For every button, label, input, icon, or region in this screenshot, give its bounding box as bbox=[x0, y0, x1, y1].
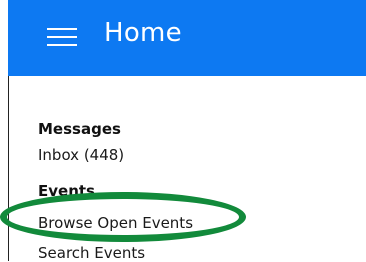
hamburger-menu-icon[interactable] bbox=[47, 26, 79, 46]
search-events-link[interactable]: Search Events bbox=[38, 244, 145, 262]
page-title: Home bbox=[104, 18, 182, 48]
inbox-link[interactable]: Inbox (448) bbox=[38, 146, 124, 164]
app-header: Home bbox=[8, 0, 366, 76]
browse-open-events-link[interactable]: Browse Open Events bbox=[38, 214, 193, 232]
messages-heading: Messages bbox=[38, 120, 121, 138]
events-heading: Events bbox=[38, 182, 95, 200]
sidebar-divider bbox=[8, 76, 9, 261]
